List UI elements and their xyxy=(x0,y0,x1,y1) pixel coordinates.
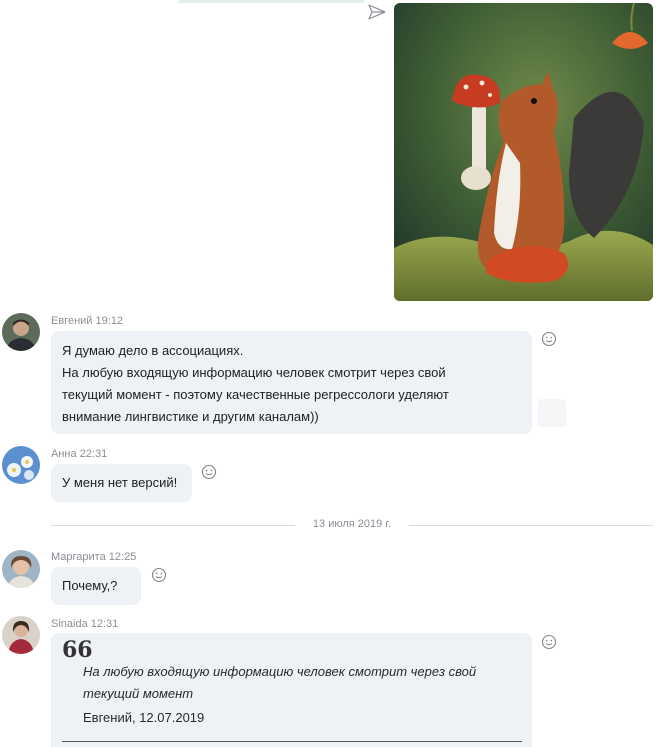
message-time: 22:31 xyxy=(79,448,108,460)
author-name: Анна xyxy=(51,448,77,460)
message-action-button[interactable] xyxy=(538,399,566,427)
message-line: Я думаю дело в ассоциациях. xyxy=(62,343,244,358)
message-meta: Sinaida 12:31 xyxy=(51,618,118,630)
quote-line: текущий момент xyxy=(83,686,194,701)
quote-author: Евгений, 12.07.2019 xyxy=(83,710,205,725)
date-divider-right xyxy=(409,525,653,526)
message-line: На любую входящую информацию человек смо… xyxy=(62,365,446,380)
flowers-photo-icon xyxy=(2,446,40,484)
previous-message-edge xyxy=(178,0,364,3)
shared-photo-squirrel[interactable] xyxy=(394,3,653,301)
quote-text: На любую входящую информацию человек смо… xyxy=(83,661,513,705)
author-name: Маргарита xyxy=(51,551,106,563)
message-bubble[interactable]: Почему,? xyxy=(51,567,141,605)
author-name: Евгений xyxy=(51,315,93,327)
message-time: 19:12 xyxy=(95,315,124,327)
message-bubble[interactable]: Я думаю дело в ассоциациях. На любую вхо… xyxy=(51,331,532,434)
quote-mark: 66 xyxy=(62,637,93,663)
message-text: Почему,? xyxy=(62,578,118,593)
smiley-icon[interactable] xyxy=(541,634,557,650)
message-meta: Евгений 19:12 xyxy=(51,315,123,327)
message-time: 12:25 xyxy=(108,551,137,563)
avatar-anna[interactable] xyxy=(2,446,40,484)
quote-line: На любую входящую информацию человек смо… xyxy=(83,664,477,679)
message-text: У меня нет версий! xyxy=(62,475,178,490)
avatar-sinaida[interactable] xyxy=(2,616,40,654)
message-bubble[interactable]: У меня нет версий! xyxy=(51,464,192,502)
person-photo-icon xyxy=(2,616,40,654)
paper-plane-icon xyxy=(368,4,386,20)
message-time: 12:31 xyxy=(90,618,119,630)
person-photo-icon xyxy=(2,550,40,588)
date-separator: 13 июля 2019 г. xyxy=(312,518,392,530)
avatar-evgeny[interactable] xyxy=(2,313,40,351)
avatar-margarita[interactable] xyxy=(2,550,40,588)
message-meta: Маргарита 12:25 xyxy=(51,551,136,563)
smiley-icon[interactable] xyxy=(201,464,217,480)
smiley-icon[interactable] xyxy=(541,331,557,347)
squirrel-mushroom-image xyxy=(394,3,653,301)
person-photo-icon xyxy=(2,313,40,351)
date-divider-left xyxy=(51,525,295,526)
quote-separator xyxy=(62,741,522,742)
message-line: внимание лингвистике и другим каналам)) xyxy=(62,409,319,424)
author-name: Sinaida xyxy=(51,618,88,630)
message-meta: Анна 22:31 xyxy=(51,448,107,460)
smiley-icon[interactable] xyxy=(151,567,167,583)
message-line: текущий момент - поэтому качественные ре… xyxy=(62,387,449,402)
